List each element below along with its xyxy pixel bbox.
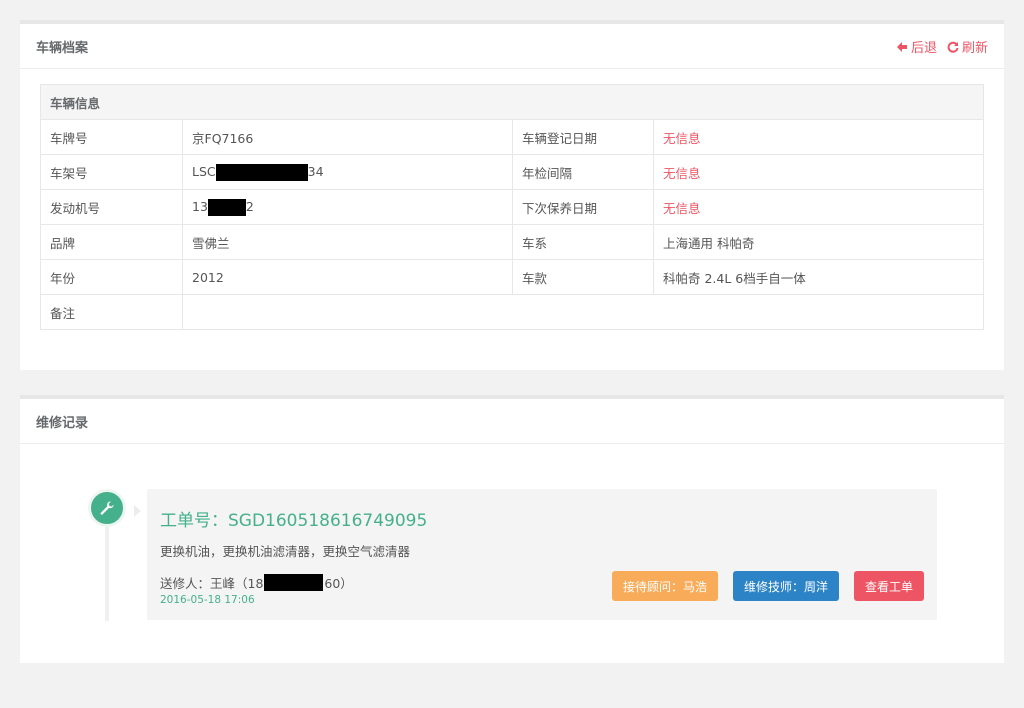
panel-title: 维修记录 — [36, 416, 89, 431]
refresh-button[interactable]: 刷新 — [947, 37, 988, 56]
table-row: 品牌 雪佛兰 车系 上海通用 科帕奇 — [40, 224, 984, 260]
panel-title: 车辆档案 — [36, 41, 89, 56]
field-value: 雪佛兰 — [182, 224, 513, 260]
vin-prefix: LSC — [192, 163, 216, 179]
table-row: 备注 — [40, 294, 984, 330]
advisor-button[interactable]: 接待顾问：马浩 — [612, 571, 718, 601]
field-value: 无信息 — [653, 119, 984, 155]
card-arrow — [134, 505, 141, 517]
refresh-icon — [947, 41, 959, 53]
field-label: 车牌号 — [40, 119, 183, 155]
vin-suffix: 34 — [307, 163, 324, 179]
redaction-mask — [207, 198, 246, 216]
field-value: 13 2 — [182, 189, 513, 225]
refresh-label: 刷新 — [961, 41, 988, 56]
field-value: 2012 — [182, 259, 513, 295]
engine-prefix: 13 — [192, 198, 208, 214]
back-button[interactable]: 后退 — [896, 37, 937, 56]
field-label: 车款 — [512, 259, 654, 295]
field-label: 备注 — [40, 294, 183, 330]
field-value: 无信息 — [653, 154, 984, 190]
field-label: 发动机号 — [40, 189, 183, 225]
repair-records-panel: 维修记录 工单号：SGD160518616749095 更换机油，更换机油滤清器… — [20, 395, 1004, 663]
field-value: 无信息 — [653, 189, 984, 225]
repair-records-header: 维修记录 — [20, 399, 1004, 444]
table-row: 年份 2012 车款 科帕奇 2.4L 6档手自一体 — [40, 259, 984, 295]
vehicle-archive-panel: 车辆档案 后退 刷新 车辆信息 车牌号 京FQ7166 车辆登记日期 无信息 车… — [20, 20, 1004, 370]
field-label: 车辆登记日期 — [512, 119, 654, 155]
field-value: LSC 34 — [182, 154, 513, 190]
sender-prefix: 送修人：王峰（18 — [160, 576, 264, 591]
field-value: 京FQ7166 — [182, 119, 513, 155]
redaction-mask — [215, 163, 308, 181]
sender-info: 送修人：王峰（18 60） — [160, 573, 353, 592]
back-label: 后退 — [910, 41, 937, 56]
redaction-mask — [264, 574, 324, 591]
remarks-value — [182, 294, 984, 330]
vehicle-archive-header: 车辆档案 后退 刷新 — [20, 24, 1004, 69]
table-row: 车牌号 京FQ7166 车辆登记日期 无信息 — [40, 119, 984, 155]
header-actions: 后退 刷新 — [896, 37, 988, 56]
table-row: 发动机号 13 2 下次保养日期 无信息 — [40, 189, 984, 225]
order-number[interactable]: 工单号：SGD160518616749095 — [160, 506, 427, 531]
section-title: 车辆信息 — [40, 84, 984, 120]
arrow-left-icon — [896, 41, 907, 52]
field-label: 品牌 — [40, 224, 183, 260]
technician-button[interactable]: 维修技师：周洋 — [733, 571, 839, 601]
vehicle-info-table: 车辆信息 车牌号 京FQ7166 车辆登记日期 无信息 车架号 LSC 34 年检… — [40, 84, 984, 330]
field-label: 车系 — [512, 224, 654, 260]
field-label: 年份 — [40, 259, 183, 295]
field-value: 上海通用 科帕奇 — [653, 224, 984, 260]
table-row: 车架号 LSC 34 年检间隔 无信息 — [40, 154, 984, 190]
wrench-icon — [100, 501, 114, 515]
sender-suffix: 60） — [324, 576, 353, 591]
view-order-button[interactable]: 查看工单 — [854, 571, 924, 601]
field-label: 下次保养日期 — [512, 189, 654, 225]
field-label: 年检间隔 — [512, 154, 654, 190]
repair-record-card: 工单号：SGD160518616749095 更换机油，更换机油滤清器，更换空气… — [147, 489, 937, 620]
engine-suffix: 2 — [245, 198, 254, 214]
repair-description: 更换机油，更换机油滤清器，更换空气滤清器 — [160, 544, 411, 559]
field-value: 科帕奇 2.4L 6档手自一体 — [653, 259, 984, 295]
field-label: 车架号 — [40, 154, 183, 190]
timeline-node — [88, 489, 126, 527]
record-timestamp: 2016-05-18 17:06 — [160, 594, 255, 606]
